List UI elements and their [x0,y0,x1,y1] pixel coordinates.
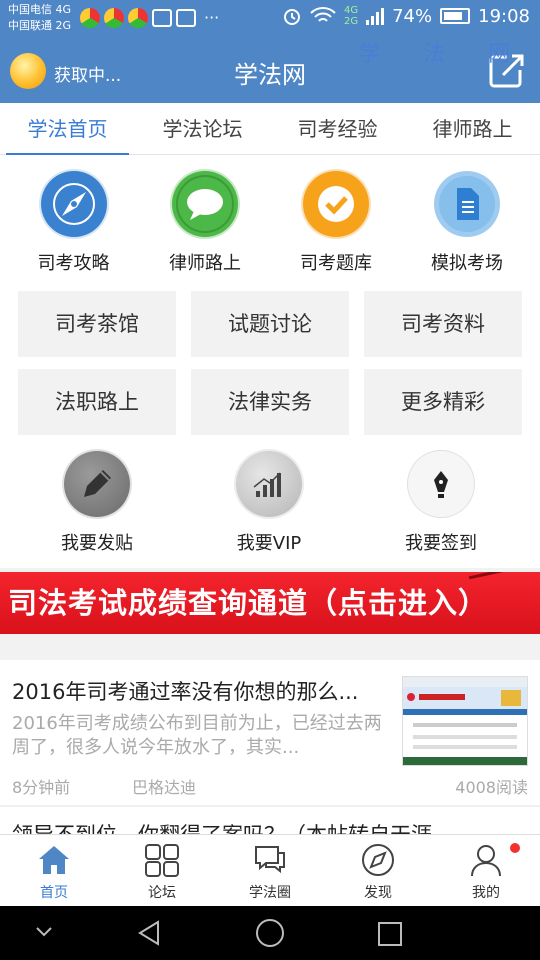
wifi-icon [310,7,336,22]
news-item[interactable]: 2016年司考通过率没有你想的那么... 2016年司考成绩公布到目前为止，已经… [0,660,540,805]
carrier-info: 中国电信 4G 中国联通 2G [8,2,71,34]
nav-label: 学法圈 [249,885,291,901]
quick-link-guide[interactable]: 司考攻略 [0,171,147,275]
news-time: 8分钟前 [12,778,71,797]
action-label: 我要发贴 [61,533,133,554]
nav-profile[interactable]: 我的 [432,835,540,906]
status-bar: 中国电信 4G 中国联通 2G ··· 4G 2G 74% 19:08 [0,0,540,37]
app-notification-icon [80,8,100,28]
category-button[interactable]: 司考茶馆 [18,291,176,357]
screen-notification-icon [152,9,172,27]
compass-icon [40,171,107,237]
watermark: 学 法 网 [358,42,528,67]
carrier-1: 中国电信 4G [8,3,72,16]
chat-bubble-icon [172,171,238,237]
collapse-icon[interactable] [34,924,54,940]
nav-discover[interactable]: 发现 [324,835,432,906]
news-read-count: 4008阅读 [455,778,528,797]
news-title: 领导不到位，你翻得了案吗？（本帖转自天涯 [12,819,432,834]
bottom-nav: 首页 论坛 学法圈 发现 我的 [0,834,540,906]
category-button[interactable]: 法律实务 [191,369,349,435]
nav-forum[interactable]: 论坛 [108,835,216,906]
app-notification-icon [104,8,124,28]
alarm-icon [283,9,300,25]
back-icon[interactable] [136,919,162,947]
clock: 19:08 [478,5,530,27]
home-panel: 司考攻略 律师路上 司考题库 模拟考场 司考茶馆 试题讨论 司考资料 法职路上 … [0,155,540,568]
notification-dot [510,843,520,853]
quick-link-label: 模拟考场 [431,253,503,274]
battery-percent: 74% [392,5,433,27]
tab-xuefa-home[interactable]: 学法首页 [0,103,135,156]
compass-icon [362,844,394,876]
nav-circle[interactable]: 学法圈 [216,835,324,906]
bar-chart-icon [236,451,302,517]
checkin-action[interactable]: 我要签到 [374,451,508,555]
home-button-icon[interactable] [255,918,285,948]
network-a: 4G [343,5,359,16]
news-item[interactable]: 领导不到位，你翻得了案吗？（本帖转自天涯 [0,806,540,834]
carrier-2: 中国联通 2G [8,19,72,32]
news-author: 巴格达迪 [132,778,197,797]
quick-link-label: 司考题库 [300,253,372,274]
battery-icon [440,8,471,24]
home-icon [39,846,69,874]
nav-label: 发现 [364,885,392,901]
action-links: 我要发贴 我要VIP 我要签到 [0,451,540,555]
action-label: 我要VIP [236,533,302,554]
recents-icon[interactable] [376,920,404,948]
quick-link-label: 司考攻略 [37,253,110,274]
post-action[interactable]: 我要发贴 [30,451,164,555]
pen-nib-icon [408,451,474,517]
quick-link-question-bank[interactable]: 司考题库 [263,171,409,275]
category-grid: 司考茶馆 试题讨论 司考资料 法职路上 法律实务 更多精彩 [18,291,522,435]
signal-icon [366,7,385,25]
app-notification-icon [128,8,148,28]
more-icon: ··· [204,8,220,27]
news-excerpt: 2016年司考成绩公布到目前为止，已经过去两周了，很多人说今年放水了，其实... [12,713,382,758]
quick-link-mock-exam[interactable]: 模拟考场 [409,171,525,275]
document-icon [434,171,500,237]
quick-links: 司考攻略 律师路上 司考题库 模拟考场 [0,171,540,275]
vip-action[interactable]: 我要VIP [164,451,374,555]
grid-icon [145,844,179,877]
action-label: 我要签到 [405,533,477,554]
tab-exam-experience[interactable]: 司考经验 [270,103,405,155]
nav-label: 论坛 [148,885,176,901]
category-button[interactable]: 更多精彩 [364,369,522,435]
category-button[interactable]: 试题讨论 [191,291,349,357]
nav-home[interactable]: 首页 [0,835,108,906]
nav-label: 我的 [472,885,500,901]
category-button[interactable]: 法职路上 [18,369,176,435]
tab-lawyer-road[interactable]: 律师路上 [405,103,540,155]
network-b: 2G [343,16,359,27]
user-icon [471,845,501,877]
top-tabs: 学法首页 学法论坛 司考经验 律师路上 [0,103,540,156]
checkmark-icon [303,171,369,237]
quick-link-lawyer[interactable]: 律师路上 [147,171,263,275]
notification-icons: ··· [80,8,219,28]
screen-notification-icon [176,9,196,27]
news-title: 2016年司考通过率没有你想的那么... [12,680,359,704]
system-indicators: 4G 2G 74% 19:08 [282,5,530,27]
tab-forum[interactable]: 学法论坛 [135,103,270,155]
nav-label: 首页 [40,885,68,901]
quick-link-label: 律师路上 [169,253,241,274]
category-button[interactable]: 司考资料 [364,291,522,357]
chat-icon [255,846,285,874]
news-thumbnail [402,676,528,766]
score-query-banner[interactable]: 司法考试成绩查询通道（点击进入） [0,572,540,634]
pencil-icon [64,451,130,517]
system-navigation-bar [0,906,540,960]
network-type: 4G 2G [344,5,358,27]
